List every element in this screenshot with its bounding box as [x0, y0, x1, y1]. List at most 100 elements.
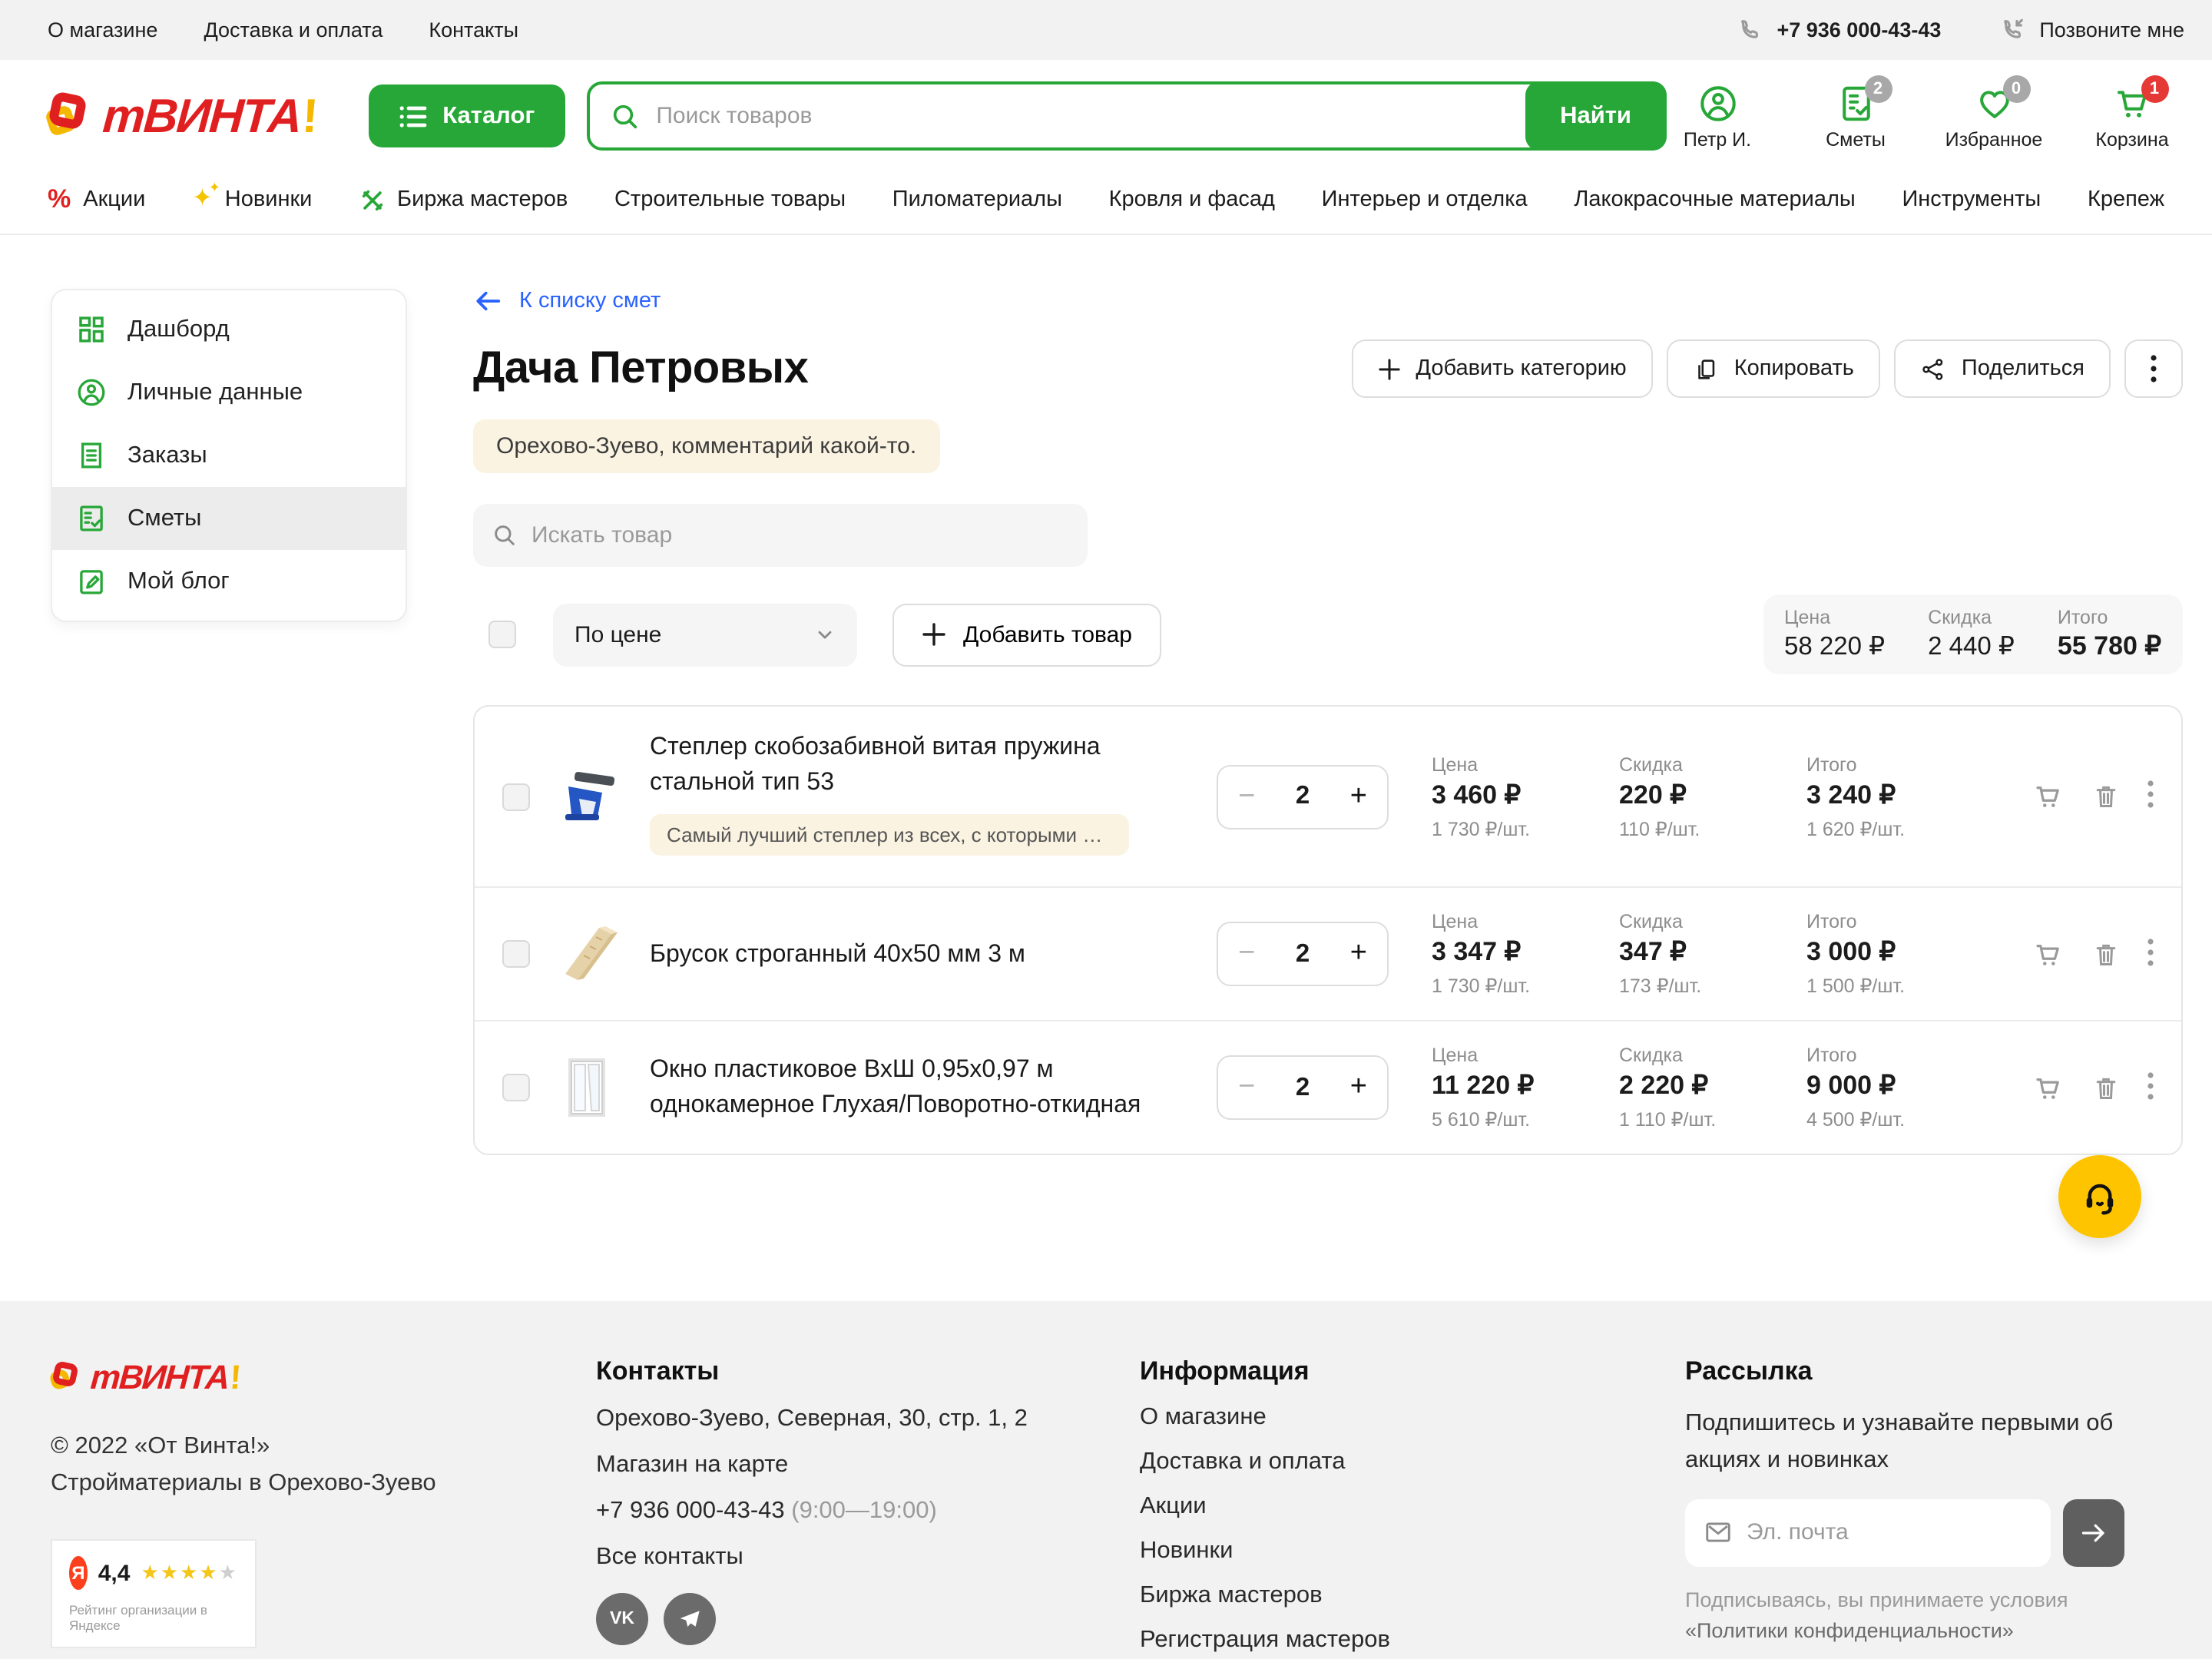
yandex-rating-widget[interactable]: Я 4,4 ★★★★★ Рейтинг организации в Яндекс…	[51, 1540, 257, 1649]
nav-item-fasteners[interactable]: Крепеж	[2088, 187, 2164, 212]
delete-icon[interactable]	[2091, 1072, 2121, 1104]
topbar-phone[interactable]: +7 936 000-43-43	[1737, 17, 1941, 43]
cart-button[interactable]: 1 Корзина	[2081, 82, 2183, 150]
nav-item-building[interactable]: Строительные товары	[614, 187, 846, 212]
footer-logo[interactable]: тВИНТА!	[51, 1357, 596, 1399]
nav-item-promos[interactable]: %Акции	[48, 184, 145, 215]
copy-button[interactable]: Копировать	[1667, 339, 1880, 398]
add-category-button[interactable]: Добавить категорию	[1351, 339, 1652, 398]
footer-link-delivery[interactable]: Доставка и оплата	[1140, 1449, 1685, 1477]
vk-icon[interactable]: VK	[596, 1594, 648, 1646]
copyright: © 2022 «От Винта!» Стройматериалы в Орех…	[51, 1429, 596, 1503]
site-search-input[interactable]	[656, 103, 1525, 129]
price-cell: Цена3 347 ₽1 730 ₽/шт.	[1432, 912, 1619, 998]
email-field[interactable]	[1747, 1520, 2032, 1546]
delete-icon[interactable]	[2091, 780, 2121, 813]
footer-link-masters-reg[interactable]: Регистрация мастеров	[1140, 1628, 1685, 1655]
table-row: Степлер скобозабивной витая пружина стал…	[475, 707, 2181, 887]
person-icon	[75, 376, 108, 409]
sidebar: Дашборд Личные данные Заказы Сметы Мой б…	[51, 289, 407, 1156]
newsletter-legal: Подписываясь, вы принимаете условия «Пол…	[1685, 1585, 2146, 1647]
add-product-button[interactable]: Добавить товар	[892, 603, 1161, 666]
sidebar-item-orders[interactable]: Заказы	[52, 424, 406, 487]
qty-plus-button[interactable]: +	[1350, 780, 1367, 813]
qty-plus-button[interactable]: +	[1350, 938, 1367, 972]
sidebar-item-personal[interactable]: Личные данные	[52, 361, 406, 424]
find-button[interactable]: Найти	[1525, 81, 1667, 151]
topbar-link-contacts[interactable]: Контакты	[429, 18, 518, 41]
footer: тВИНТА! © 2022 «От Винта!» Стройматериал…	[0, 1302, 2212, 1659]
total-cell: Итого3 000 ₽1 500 ₽/шт.	[1806, 912, 1994, 998]
product-title[interactable]: Окно пластиковое ВхШ 0,95х0,97 м однокам…	[650, 1052, 1157, 1124]
product-search-input[interactable]	[531, 522, 1069, 548]
footer-link-new[interactable]: Новинки	[1140, 1538, 1685, 1566]
footer-all-contacts-link[interactable]: Все контакты	[596, 1545, 1140, 1572]
nav-item-masters[interactable]: Биржа мастеров	[359, 187, 568, 213]
footer-phone[interactable]: +7 936 000-43-43 (9:00—19:00)	[596, 1498, 1140, 1526]
sidebar-item-label: Личные данные	[127, 379, 303, 406]
plus-icon	[922, 622, 946, 647]
nav-item-interior[interactable]: Интерьер и отделка	[1322, 187, 1528, 212]
qty-minus-button[interactable]: −	[1238, 1071, 1255, 1105]
email-field-wrap	[1685, 1499, 2051, 1567]
delete-icon[interactable]	[2091, 939, 2121, 971]
row-menu-icon[interactable]	[2147, 780, 2154, 813]
store-logo[interactable]: тВИНТА!	[48, 87, 316, 145]
sidebar-item-dashboard[interactable]: Дашборд	[52, 298, 406, 361]
nav-item-paints[interactable]: Лакокрасочные материалы	[1574, 187, 1855, 212]
main-nav: %Акции ✦✦Новинки Биржа мастеров Строител…	[0, 169, 2212, 235]
privacy-policy-link[interactable]: «Политики конфиденциальности»	[1685, 1619, 2014, 1642]
topbar-callback[interactable]: Позвоните мне	[1999, 17, 2184, 43]
subscribe-button[interactable]	[2063, 1499, 2124, 1567]
row-checkbox[interactable]	[502, 783, 530, 810]
sort-select-value: По цене	[575, 621, 661, 647]
nav-item-instruments[interactable]: Инструменты	[1902, 187, 2041, 212]
topbar-link-about[interactable]: О магазине	[48, 18, 157, 41]
add-to-cart-icon[interactable]	[2032, 1072, 2065, 1104]
blog-pencil-icon	[75, 565, 108, 598]
estimates-label: Сметы	[1826, 128, 1886, 150]
footer-contacts: Контакты Орехово-Зуево, Северная, 30, ст…	[596, 1357, 1140, 1659]
favorites-button[interactable]: 0 Избранное	[1943, 82, 2045, 150]
sort-select[interactable]: По цене	[553, 603, 857, 666]
catalog-button[interactable]: Каталог	[369, 84, 565, 147]
estimates-button[interactable]: 2 Сметы	[1805, 82, 1906, 150]
chat-button[interactable]	[2058, 1155, 2141, 1238]
add-to-cart-icon[interactable]	[2032, 939, 2065, 971]
row-checkbox[interactable]	[502, 941, 530, 969]
page-title: Дача Петровых	[473, 343, 808, 394]
telegram-icon[interactable]	[664, 1594, 716, 1646]
sidebar-item-blog[interactable]: Мой блог	[52, 550, 406, 613]
favorites-badge: 0	[2002, 75, 2030, 102]
topbar-link-delivery[interactable]: Доставка и оплата	[204, 18, 382, 41]
nav-item-new[interactable]: ✦✦Новинки	[192, 187, 312, 212]
share-button[interactable]: Поделиться	[1894, 339, 2111, 398]
product-comment: Самый лучший степлер из всех, с которыми…	[650, 815, 1129, 856]
more-actions-button[interactable]	[2124, 339, 2183, 398]
favorites-label: Избранное	[1945, 128, 2043, 150]
phone-incoming-icon	[1999, 17, 2025, 43]
sidebar-item-estimates[interactable]: Сметы	[52, 487, 406, 550]
back-to-estimates-link[interactable]: К списку смет	[473, 289, 661, 313]
checklist-icon	[75, 502, 108, 535]
footer-map-link[interactable]: Магазин на карте	[596, 1452, 1140, 1480]
qty-minus-button[interactable]: −	[1238, 938, 1255, 972]
add-to-cart-icon[interactable]	[2032, 780, 2065, 813]
sidebar-item-label: Дашборд	[127, 316, 230, 343]
nav-item-roofing[interactable]: Кровля и фасад	[1109, 187, 1275, 212]
footer-link-about[interactable]: О магазине	[1140, 1405, 1685, 1432]
topbar: О магазине Доставка и оплата Контакты +7…	[0, 0, 2212, 60]
qty-plus-button[interactable]: +	[1350, 1071, 1367, 1105]
footer-link-masters[interactable]: Биржа мастеров	[1140, 1583, 1685, 1611]
row-checkbox[interactable]	[502, 1075, 530, 1102]
product-title[interactable]: Степлер скобозабивной витая пружина стал…	[650, 730, 1157, 801]
row-menu-icon[interactable]	[2147, 939, 2154, 971]
footer-link-promos[interactable]: Акции	[1140, 1494, 1685, 1522]
row-menu-icon[interactable]	[2147, 1072, 2154, 1104]
qty-minus-button[interactable]: −	[1238, 780, 1255, 813]
select-all-checkbox[interactable]	[488, 621, 516, 648]
nav-item-lumber[interactable]: Пиломатериалы	[892, 187, 1062, 212]
account-button[interactable]: Петр И.	[1667, 82, 1768, 150]
quantity-stepper: − 2 +	[1217, 1056, 1389, 1121]
product-title[interactable]: Брусок строганный 40х50 мм 3 м	[650, 937, 1157, 972]
